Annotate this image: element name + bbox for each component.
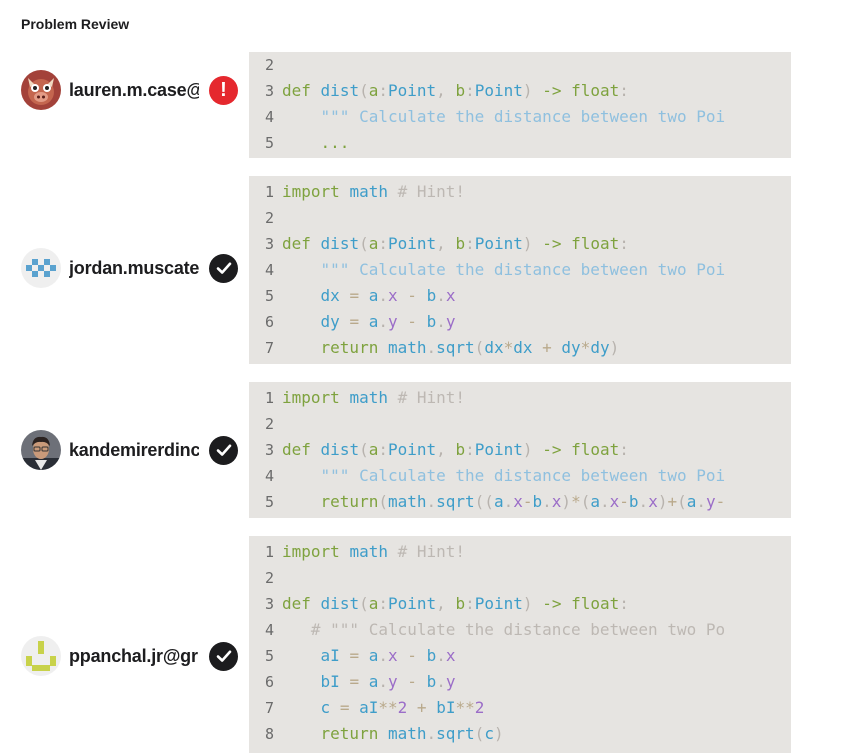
code-line: def dist(a:Point, b:Point) -> float: xyxy=(282,594,629,613)
line-number: 2 xyxy=(264,569,274,587)
code-line: dx = a.x - b.x xyxy=(320,286,456,305)
code-line: dy = a.y - b.y xyxy=(320,312,456,331)
line-number: 4 xyxy=(264,108,274,126)
code-line: aI = a.x - b.x xyxy=(320,646,456,665)
line-number: 7 xyxy=(264,339,274,357)
line-number: 6 xyxy=(264,313,274,331)
code-line: import math # Hint! xyxy=(282,182,466,201)
line-number: 3 xyxy=(264,82,274,100)
line-number: 5 xyxy=(264,647,274,665)
code-block: 1 import math # Hint! 2 3 def dist(a:Point… xyxy=(249,536,791,753)
user-email: lauren.m.case@ xyxy=(69,79,199,100)
user-email: jordan.muscate xyxy=(69,257,199,278)
line-number: 4 xyxy=(264,621,274,639)
line-number: 7 xyxy=(264,699,274,717)
code-line: return math.sqrt(dx*dx + dy*dy) xyxy=(320,338,620,357)
code-line: def dist(a:Point, b:Point) -> float: xyxy=(282,440,629,459)
checkmark-icon xyxy=(209,435,238,465)
line-number: 1 xyxy=(264,183,274,201)
code-line: def dist(a:Point, b:Point) -> float: xyxy=(282,81,629,100)
checkmark-icon xyxy=(209,253,238,283)
line-number: 2 xyxy=(264,56,274,74)
code-line: """ Calculate the distance between two P… xyxy=(282,466,726,485)
code-block: 2 3 def dist(a:Point, b:Point) -> float: … xyxy=(249,52,791,158)
line-number: 1 xyxy=(264,543,274,561)
line-number: 2 xyxy=(264,209,274,227)
line-number: 5 xyxy=(264,134,274,152)
line-number: 2 xyxy=(264,415,274,433)
user-email: kandemirerdinc xyxy=(69,439,199,460)
user-info[interactable]: kandemirerdinc xyxy=(21,430,246,470)
avatar xyxy=(21,636,61,676)
page-title: Problem Review xyxy=(21,16,130,32)
exclamation-icon: ! xyxy=(209,75,238,105)
line-number: 3 xyxy=(264,595,274,613)
code-line: # """ Calculate the distance between two… xyxy=(282,620,726,639)
code-line: return math.sqrt(c) xyxy=(320,724,504,743)
checkmark-icon xyxy=(209,641,238,671)
line-number: 4 xyxy=(264,467,274,485)
user-email: ppanchal.jr@gr xyxy=(69,645,198,666)
line-number: 1 xyxy=(264,389,274,407)
code-line: ... xyxy=(282,133,350,152)
avatar xyxy=(21,248,61,288)
line-number: 5 xyxy=(264,287,274,305)
code-block: 1 import math # Hint! 2 3 def dist(a:Point… xyxy=(249,176,791,364)
user-info[interactable]: lauren.m.case@ ! xyxy=(21,70,246,110)
avatar xyxy=(21,430,61,470)
code-line: """ Calculate the distance between two P… xyxy=(282,260,726,279)
user-info[interactable]: jordan.muscate xyxy=(21,248,246,288)
line-number: 3 xyxy=(264,235,274,253)
user-info[interactable]: ppanchal.jr@gr xyxy=(21,636,246,676)
line-number: 5 xyxy=(264,493,274,511)
avatar xyxy=(21,70,61,110)
code-line: bI = a.y - b.y xyxy=(320,672,456,691)
code-line: c = aI**2 + bI**2 xyxy=(320,698,485,717)
line-number: 6 xyxy=(264,673,274,691)
code-line: return(math.sqrt((a.x-b.x)*(a.x-b.x)+(a.… xyxy=(320,492,726,511)
line-number: 8 xyxy=(264,725,274,743)
line-number: 4 xyxy=(264,261,274,279)
code-line: import math # Hint! xyxy=(282,542,466,561)
line-number: 3 xyxy=(264,441,274,459)
code-line: def dist(a:Point, b:Point) -> float: xyxy=(282,234,629,253)
code-block: 1 import math # Hint! 2 3 def dist(a:Point… xyxy=(249,382,791,518)
code-line: """ Calculate the distance between two P… xyxy=(282,107,726,126)
code-line: import math # Hint! xyxy=(282,388,466,407)
